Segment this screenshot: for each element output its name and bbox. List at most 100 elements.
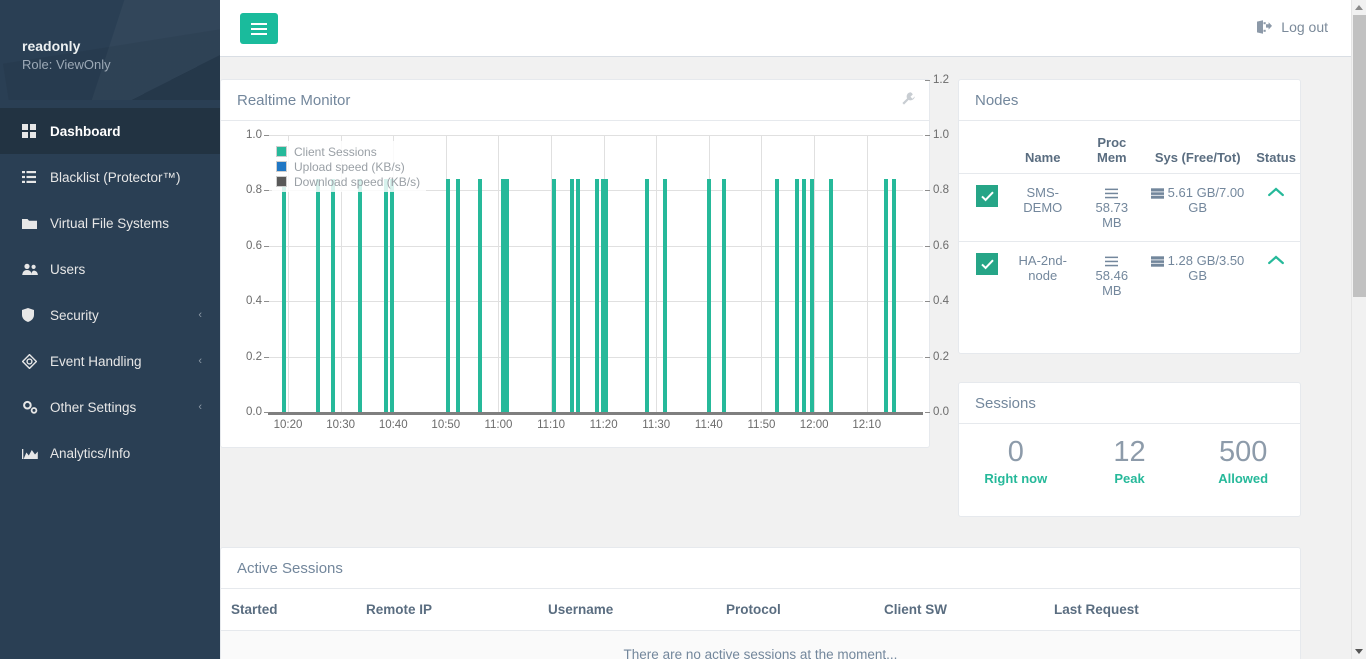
node-status-cell: [1252, 174, 1300, 242]
chart-bar: [282, 179, 286, 412]
y-axis-tick-left: 0.2: [246, 351, 262, 363]
table-header-row: Started Remote IP Username Protocol Clie…: [221, 589, 1300, 631]
gears-icon: [22, 400, 40, 414]
cube-icon: [22, 354, 40, 369]
legend-swatch: [276, 146, 287, 157]
panel-title: Nodes: [975, 92, 1018, 109]
x-axis-tick: 11:50: [748, 419, 776, 431]
x-axis-tick: 11:00: [484, 419, 512, 431]
stat-value: 12: [1073, 436, 1187, 469]
empty-message: There are no active sessions at the mome…: [221, 631, 1300, 659]
chart-gridline: [656, 135, 657, 412]
y-axis-tick-left: 0.8: [246, 184, 262, 196]
scroll-down-arrow-icon[interactable]: [1355, 649, 1363, 654]
y-axis-tick-right: 0.6: [933, 240, 949, 252]
table-empty-row: There are no active sessions at the mome…: [221, 631, 1300, 659]
chart-bar: [384, 179, 388, 412]
chart-gridline: [498, 135, 499, 412]
sidebar-profile: readonly Role: ViewOnly: [0, 0, 220, 100]
stat-label: Allowed: [1186, 471, 1300, 486]
sidebar-item-other-settings[interactable]: Other Settings ‹: [0, 384, 220, 430]
users-icon: [22, 263, 40, 276]
col-remote-ip: Remote IP: [356, 589, 538, 631]
check-icon[interactable]: [976, 253, 998, 275]
node-name: SMS-DEMO: [1005, 174, 1081, 242]
col-last-request: Last Request: [1044, 589, 1300, 631]
chevron-left-icon: ‹: [198, 355, 202, 367]
y-axis-tick-right: 1.0: [933, 129, 949, 141]
node-sys-cell: 5.61 GB/7.00 GB: [1143, 174, 1252, 242]
legend-swatch: [276, 161, 287, 172]
chart-bar: [707, 179, 711, 412]
sidebar: readonly Role: ViewOnly Dashboard Blackl…: [0, 0, 220, 659]
sessions-panel: Sessions 0 Right now 12 Peak 500 Allowed: [958, 382, 1301, 517]
table-row[interactable]: SMS-DEMO 58.73 MB: [959, 174, 1300, 242]
wrench-icon[interactable]: [902, 92, 915, 108]
realtime-monitor-chart: 0.00.20.40.60.81.00.00.20.40.60.81.01.21…: [221, 121, 929, 447]
realtime-monitor-panel: Realtime Monitor 0.00.20.40.60.81.00.00.…: [220, 79, 930, 448]
sidebar-item-blacklist[interactable]: Blacklist (Protector™): [0, 154, 220, 200]
grid-icon: [22, 124, 40, 138]
sidebar-item-users[interactable]: Users: [0, 246, 220, 292]
legend-label: Client Sessions: [294, 145, 377, 159]
sidebar-item-label: Analytics/Info: [50, 446, 130, 461]
sidebar-item-dashboard[interactable]: Dashboard: [0, 108, 220, 154]
logout-label: Log out: [1281, 19, 1328, 35]
chart-bar: [645, 179, 649, 412]
realtime-monitor-header: Realtime Monitor: [221, 80, 929, 121]
node-status-cell: [1252, 242, 1300, 310]
active-sessions-header: Active Sessions: [221, 548, 1300, 589]
sessions-header: Sessions: [959, 383, 1300, 424]
chart-bar: [478, 179, 482, 412]
sidebar-item-analytics-info[interactable]: Analytics/Info: [0, 430, 220, 476]
server-icon: [1151, 256, 1164, 267]
sidebar-item-virtual-file-systems[interactable]: Virtual File Systems: [0, 200, 220, 246]
sidebar-item-label: Security: [50, 308, 99, 323]
y-axis-tick-right: 0.0: [933, 406, 949, 418]
y-axis-tick-left: 0.4: [246, 295, 262, 307]
sidebar-item-security[interactable]: Security ‹: [0, 292, 220, 338]
logout-icon: [1257, 20, 1272, 34]
sidebar-toggle-button[interactable]: [240, 13, 278, 44]
stat-label: Right now: [959, 471, 1073, 486]
chart-bar: [802, 179, 806, 412]
y-axis-tick-left: 1.0: [246, 129, 262, 141]
active-sessions-panel: Active Sessions Started Remote IP Userna…: [220, 547, 1301, 659]
node-selected-cell: [959, 174, 1005, 242]
chart-bar: [552, 179, 556, 412]
x-axis-tick: 11:40: [695, 419, 723, 431]
node-name: HA-2nd-node: [1005, 242, 1081, 310]
sidebar-item-label: Blacklist (Protector™): [50, 170, 181, 185]
table-row[interactable]: HA-2nd-node 58.46 MB: [959, 242, 1300, 310]
chart-bar: [390, 179, 394, 412]
col-select: [959, 121, 1005, 174]
legend-entry: Download speed (KB/s): [276, 174, 420, 189]
page-scrollbar[interactable]: [1351, 0, 1366, 659]
chart-bar: [570, 179, 574, 412]
chart-bar: [595, 179, 599, 412]
scroll-up-arrow-icon[interactable]: [1355, 5, 1363, 10]
chart-bar: [663, 179, 667, 412]
chart-bar: [892, 179, 896, 412]
chart-bar: [722, 179, 726, 412]
bars-icon: [1105, 256, 1118, 267]
bars-icon: [1105, 188, 1118, 199]
active-sessions-table: Started Remote IP Username Protocol Clie…: [221, 589, 1300, 659]
y-axis-tick-right: 0.2: [933, 351, 949, 363]
profile-username: readonly: [22, 38, 80, 54]
logout-button[interactable]: Log out: [1257, 19, 1328, 35]
scrollbar-thumb[interactable]: [1353, 15, 1366, 297]
sidebar-nav: Dashboard Blacklist (Protector™) Virtual…: [0, 108, 220, 476]
node-selected-cell: [959, 242, 1005, 310]
check-icon[interactable]: [976, 185, 998, 207]
sidebar-item-event-handling[interactable]: Event Handling ‹: [0, 338, 220, 384]
col-client-sw: Client SW: [874, 589, 1044, 631]
chart-bar: [884, 179, 888, 412]
chart-bar: [358, 179, 362, 412]
node-sys-value: 5.61 GB/7.00 GB: [1168, 185, 1245, 215]
x-axis-tick: 10:20: [274, 419, 303, 431]
sidebar-item-label: Event Handling: [50, 354, 142, 369]
legend-entry: Client Sessions: [276, 144, 420, 159]
chart-bar: [505, 179, 509, 412]
chart-bar: [456, 179, 460, 412]
